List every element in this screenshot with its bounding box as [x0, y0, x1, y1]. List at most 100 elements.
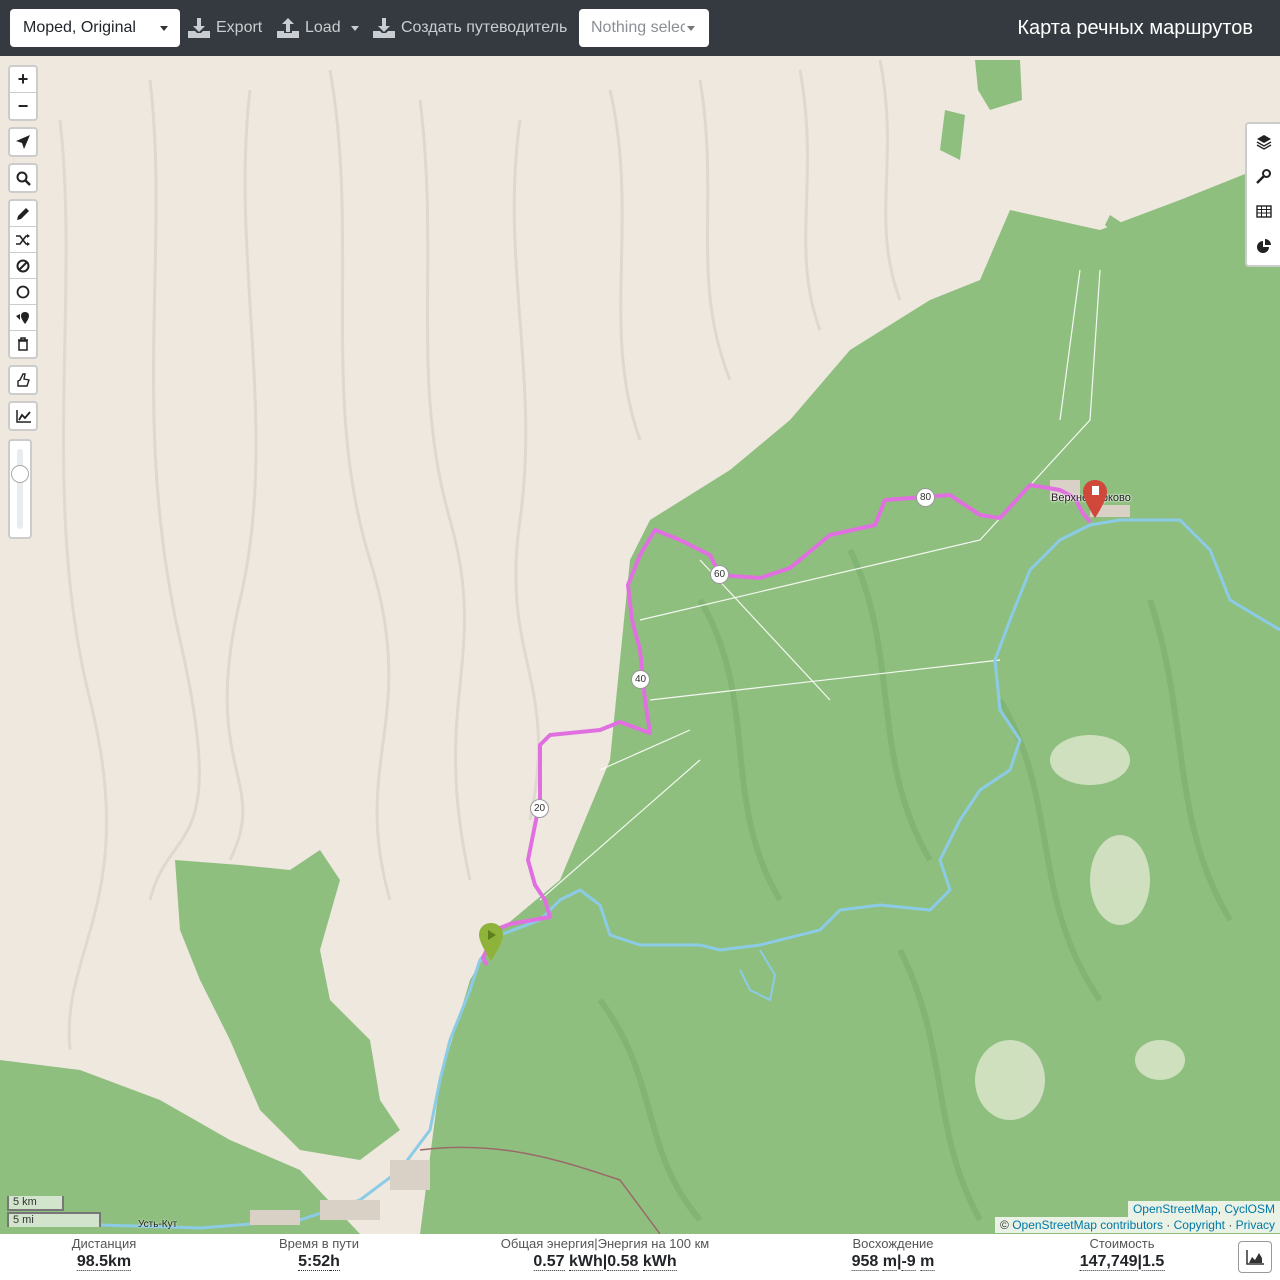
cyclosm-link[interactable]: CyclOSM	[1224, 1202, 1275, 1216]
minus-icon: −	[17, 95, 29, 116]
app-title: Карта речных маршрутов	[1017, 17, 1253, 39]
time-label: Время в пути	[279, 1236, 359, 1251]
elevation-profile-button[interactable]	[10, 403, 36, 429]
wrench-icon	[1256, 169, 1271, 184]
search-icon	[16, 171, 31, 186]
pencil-icon	[16, 208, 29, 220]
layers-button[interactable]	[1247, 124, 1280, 159]
analysis-button[interactable]	[1247, 229, 1280, 264]
load-label: Load	[305, 19, 341, 36]
energy-total-label: Общая энергия	[500, 1236, 595, 1251]
place-label: Усть-Кут	[138, 1219, 178, 1230]
load-button[interactable]: Load	[277, 9, 359, 47]
table-icon	[1255, 205, 1272, 218]
selection-dropdown-value: Nothing selected	[591, 19, 685, 36]
time-value: 5:52	[298, 1253, 331, 1271]
privacy-link[interactable]: Privacy	[1236, 1218, 1275, 1232]
descent-value: -9	[901, 1253, 916, 1271]
time-unit: h	[330, 1253, 340, 1271]
export-label: Export	[216, 19, 263, 36]
chevron-down-icon	[350, 25, 359, 31]
location-arrow-icon	[16, 135, 30, 149]
route-km-marker: 40	[631, 670, 650, 689]
upload-icon	[277, 18, 299, 38]
circle-icon	[16, 285, 30, 298]
circle-tool-button[interactable]	[10, 279, 36, 305]
stats-bar: Дистанция 98.5km Время в пути 5:52h Обща…	[0, 1234, 1280, 1280]
energy-per-100-value: 0.58	[607, 1253, 639, 1271]
create-guide-label: Создать путеводитель	[401, 19, 568, 36]
settings-button[interactable]	[1247, 159, 1280, 194]
openstreetmap-link[interactable]: OpenStreetMap	[1133, 1202, 1218, 1216]
elevation-control	[8, 401, 38, 431]
search-control	[8, 163, 38, 193]
distance-unit: km	[108, 1253, 132, 1271]
right-toolbar	[1245, 122, 1280, 267]
energy-stat: Общая энергия|Энергия на 100 км 0.57 kWh…	[500, 1236, 710, 1271]
line-chart-icon	[15, 409, 31, 423]
selection-dropdown[interactable]: Nothing selected	[579, 9, 709, 47]
hand-pointer-icon	[17, 373, 30, 387]
ban-icon	[16, 259, 30, 272]
cost-value: 147,749	[1079, 1253, 1138, 1271]
draw-route-button[interactable]	[10, 201, 36, 227]
ascent-unit: m	[882, 1253, 897, 1271]
trash-icon	[18, 337, 28, 351]
route-km-marker: 80	[916, 488, 935, 507]
route-km-marker: 20	[530, 799, 549, 818]
reverse-route-button[interactable]	[10, 227, 36, 253]
profile-select[interactable]: Moped, Original	[10, 9, 180, 47]
ascent-label: Восхождение	[852, 1236, 934, 1251]
zoom-control: + −	[8, 65, 38, 121]
top-navbar: Moped, Original Export Load Создать путе…	[0, 0, 1280, 56]
cost-label: Стоимость	[1089, 1236, 1155, 1251]
tile-attribution: OpenStreetMap, CyclOSM	[1127, 1201, 1280, 1217]
cost-value-secondary: 1.5	[1142, 1253, 1165, 1271]
ascent-value: 958	[851, 1253, 879, 1271]
ascent-stat: Восхождение 958 m|-9 m	[851, 1236, 935, 1271]
show-chart-button[interactable]	[1238, 1241, 1272, 1273]
layers-icon	[1256, 134, 1271, 150]
scale-mi: 5 mi	[7, 1212, 101, 1227]
start-marker-icon[interactable]	[479, 923, 503, 961]
create-guide-button[interactable]: Создать путеводитель	[373, 9, 567, 47]
shuffle-icon	[16, 233, 30, 246]
poi-tool-button[interactable]	[10, 305, 36, 331]
download-icon	[373, 18, 395, 38]
download-icon	[188, 18, 210, 38]
locate-control	[8, 127, 38, 157]
time-stat: Время в пути 5:52h	[279, 1234, 359, 1271]
avoid-area-button[interactable]	[10, 253, 36, 279]
energy-per-100-label: Энергия на 100 км	[597, 1236, 710, 1251]
distance-value: 98.5	[76, 1253, 108, 1271]
zoom-in-button[interactable]: +	[10, 67, 36, 93]
zoom-out-button[interactable]: −	[10, 93, 36, 119]
cost-stat: Стоимость 147,749|1.5	[1079, 1236, 1165, 1271]
delete-route-button[interactable]	[10, 331, 36, 357]
plus-icon: +	[17, 69, 29, 89]
map-canvas[interactable]: 20 40 60 80 Верхнемарково Усть-Кут + −	[0, 56, 1280, 1234]
slider-thumb[interactable]	[11, 465, 29, 483]
energy-total-unit: kWh	[568, 1253, 603, 1271]
draw-toolbar	[8, 199, 38, 359]
search-button[interactable]	[10, 165, 36, 191]
data-table-button[interactable]	[1247, 194, 1280, 229]
scale-km: 5 km	[7, 1196, 64, 1211]
hint-button[interactable]	[10, 367, 36, 393]
area-chart-icon	[1246, 1249, 1264, 1265]
distance-stat: Дистанция 98.5km	[71, 1234, 137, 1271]
pie-chart-icon	[1257, 239, 1271, 253]
end-marker-icon[interactable]	[1083, 480, 1107, 518]
descent-unit: m	[920, 1253, 935, 1271]
energy-per-100-unit: kWh	[642, 1253, 677, 1271]
slider-track	[17, 449, 23, 529]
copyright-link[interactable]: Copyright	[1174, 1218, 1225, 1232]
energy-total-value: 0.57	[533, 1253, 565, 1271]
distance-label: Дистанция	[71, 1236, 137, 1251]
route-km-marker: 60	[710, 565, 729, 584]
locate-button[interactable]	[10, 129, 36, 155]
osm-contributors-link[interactable]: OpenStreetMap contributors	[1012, 1218, 1163, 1232]
export-button[interactable]: Export	[188, 9, 262, 47]
opacity-slider[interactable]	[8, 439, 32, 539]
chevron-down-icon	[160, 26, 168, 31]
